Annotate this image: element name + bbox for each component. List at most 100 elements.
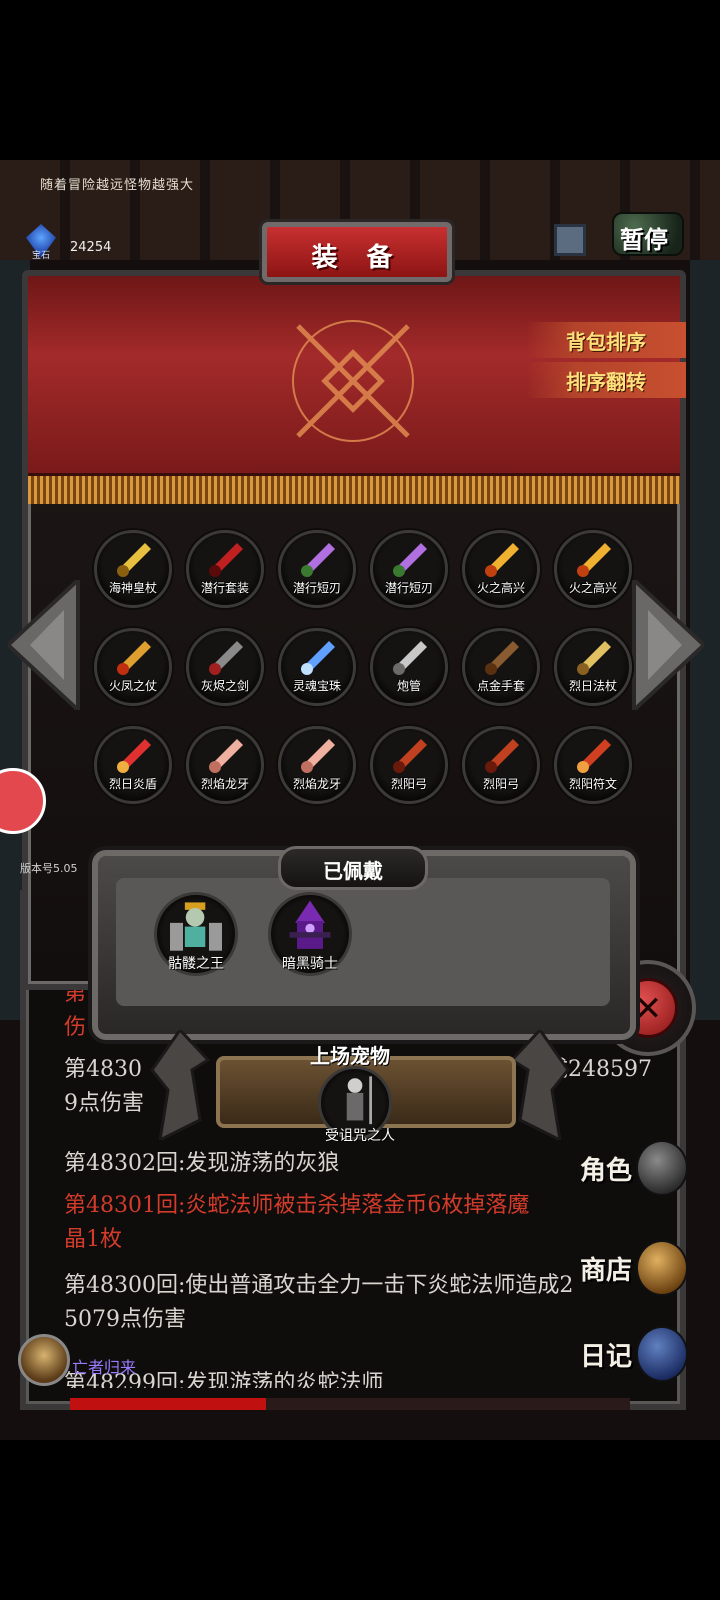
game-view: 随着冒险越远怪物越强大 宝石 24254 暂停 第 1 伤 第4830 成248… [0, 160, 720, 1440]
menu-role-button[interactable]: 角色 [580, 1140, 690, 1200]
item-slot[interactable]: 潜行套装 [186, 530, 264, 608]
log-partial-red-2: 伤 [64, 1015, 87, 1040]
item-slot[interactable]: 烈日炎盾 [94, 726, 172, 804]
flame-bow-icon [485, 739, 519, 773]
item-label: 烈焰龙牙 [292, 777, 341, 791]
ash-blade-icon [209, 641, 243, 675]
menu-shop-button[interactable]: 商店 [580, 1240, 690, 1300]
worn-label-2: 暗黑骑士 [282, 956, 338, 972]
player-hp-fill [70, 1398, 266, 1410]
worn-title-plate: 已佩戴 [278, 846, 428, 890]
item-slot[interactable]: 烈阳弓 [370, 726, 448, 804]
item-label: 火凤之仗 [108, 679, 157, 693]
menu-shop-label: 商店 [580, 1256, 633, 1286]
sort-bag-button[interactable]: 背包排序 [526, 322, 686, 358]
item-slot[interactable]: 火之高兴 [462, 530, 540, 608]
map-marker-icon [554, 224, 586, 256]
item-label: 点金手套 [476, 679, 525, 693]
worn-equipment-panel: 已佩戴 骷髅之王 暗黑骑士 [92, 846, 636, 1040]
banner-fringe [28, 476, 680, 504]
log-partial-1: 第4830 [64, 1057, 142, 1082]
log-line-4: 第48300回:使出普通攻击全力一击下炎蛇法师造成2 [64, 1273, 574, 1298]
pet-label: 受诅咒之人 [325, 1128, 395, 1144]
sort-reverse-button[interactable]: 排序翻转 [526, 362, 686, 398]
knight-helmet-icon [636, 1140, 688, 1196]
rune-scroll-icon [577, 739, 611, 773]
item-label: 烈阳符文 [568, 777, 617, 791]
soul-orb-icon [301, 641, 335, 675]
player-hp-bar [70, 1398, 630, 1410]
item-slot[interactable]: 潜行短刃 [278, 530, 356, 608]
gauntlet-icon [485, 641, 519, 675]
flame-sword-icon [485, 543, 519, 577]
item-label: 灰烬之剑 [200, 679, 249, 693]
worn-label-1: 骷髅之王 [168, 956, 224, 972]
menu-diary-label: 日记 [580, 1342, 633, 1372]
log-line-1: 第48302回:发现游荡的灰狼 [64, 1151, 340, 1176]
log-line-2: 第48301回:炎蛇法师被击杀掉落金币6枚掉落魔 [64, 1193, 530, 1218]
golden-trident-icon [117, 543, 151, 577]
beer-mug-icon [636, 1240, 688, 1296]
purple-dagger-icon [301, 543, 335, 577]
item-label: 烈日法杖 [568, 679, 617, 693]
menu-diary-button[interactable]: 日记 [580, 1326, 690, 1386]
item-label: 炮管 [396, 679, 421, 693]
cannon-barrel-icon [393, 641, 427, 675]
prev-page-arrow-icon[interactable] [8, 580, 84, 710]
item-slot[interactable]: 烈阳符文 [554, 726, 632, 804]
panel-title: 装 备 [311, 243, 403, 273]
item-slot[interactable]: 灰烬之剑 [186, 628, 264, 706]
panel-header: 装 备 [262, 222, 452, 282]
worn-item-skeleton-king[interactable]: 骷髅之王 [154, 892, 238, 976]
dragon-statue-right-icon [509, 1030, 570, 1140]
item-label: 烈日炎盾 [108, 777, 157, 791]
item-label: 烈阳弓 [390, 777, 427, 791]
item-slot[interactable]: 烈阳弓 [462, 726, 540, 804]
version-label: 版本号5.05 [20, 862, 78, 875]
item-label: 烈阳弓 [482, 777, 519, 791]
item-label: 火之高兴 [568, 581, 617, 595]
red-hood-outfit-icon [209, 543, 243, 577]
gem-counter: 宝石 24254 [22, 224, 112, 261]
pause-button[interactable]: 暂停 [612, 212, 684, 256]
item-label: 潜行短刃 [384, 581, 433, 595]
dragon-fang-icon [209, 739, 243, 773]
screen: 随着冒险越远怪物越强大 宝石 24254 暂停 第 1 伤 第4830 成248… [0, 0, 720, 1600]
item-slot[interactable]: 烈日法杖 [554, 628, 632, 706]
item-label: 火之高兴 [476, 581, 525, 595]
crossed-swords-emblem-icon [292, 320, 414, 442]
worn-title: 已佩戴 [323, 859, 383, 883]
item-slot[interactable]: 点金手套 [462, 628, 540, 706]
worn-item-dark-knight[interactable]: 暗黑骑士 [268, 892, 352, 976]
dragon-statue-left-icon [150, 1030, 211, 1140]
item-slot[interactable]: 烈焰龙牙 [186, 726, 264, 804]
flame-sword-icon [577, 543, 611, 577]
item-slot[interactable]: 海神皇杖 [94, 530, 172, 608]
sort-bag-label: 背包排序 [566, 330, 646, 354]
pause-label: 暂停 [620, 226, 668, 254]
item-slot[interactable]: 火之高兴 [554, 530, 632, 608]
dragon-fang-icon [301, 739, 335, 773]
item-slot[interactable]: 炮管 [370, 628, 448, 706]
gem-count: 24254 [70, 240, 112, 255]
journal-book-icon [636, 1326, 688, 1382]
sun-shield-icon [117, 739, 151, 773]
pet-slot[interactable]: 受诅咒之人 [318, 1066, 395, 1144]
item-slot[interactable]: 火凤之仗 [94, 628, 172, 706]
purple-dagger-icon [393, 543, 427, 577]
item-label: 海神皇杖 [108, 581, 157, 595]
flame-bow-icon [393, 739, 427, 773]
item-label: 潜行短刃 [292, 581, 341, 595]
next-page-arrow-icon[interactable] [628, 580, 704, 710]
item-label: 烈焰龙牙 [200, 777, 249, 791]
sun-staff-icon [577, 641, 611, 675]
item-slot[interactable]: 灵魂宝珠 [278, 628, 356, 706]
top-tip-text: 随着冒险越远怪物越强大 [40, 178, 195, 193]
log-partial-2: 9点伤害 [64, 1091, 144, 1116]
player-name: 亡者归来 [72, 1358, 137, 1377]
player-avatar-icon[interactable] [18, 1334, 70, 1386]
log-line-3: 晶1枚 [64, 1227, 122, 1252]
sort-reverse-label: 排序翻转 [566, 370, 646, 394]
item-slot[interactable]: 潜行短刃 [370, 530, 448, 608]
item-slot[interactable]: 烈焰龙牙 [278, 726, 356, 804]
